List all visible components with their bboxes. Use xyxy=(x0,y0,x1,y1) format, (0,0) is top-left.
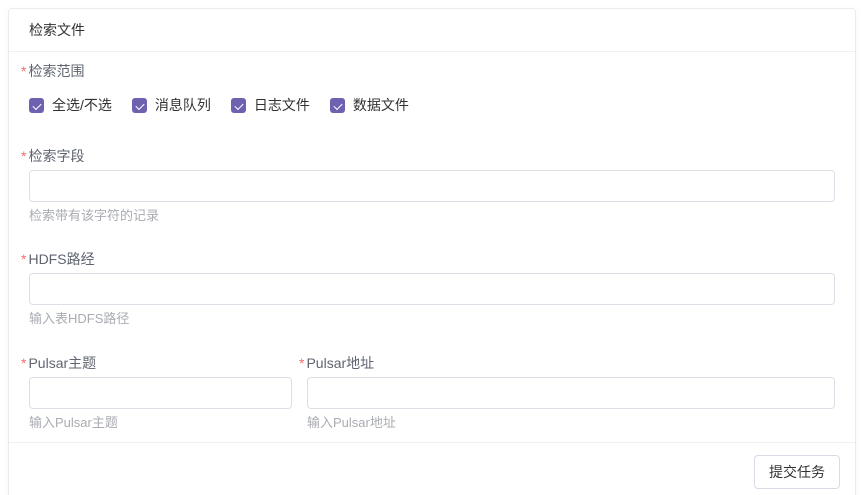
checkbox-label: 日志文件 xyxy=(254,96,310,115)
search-field-label-text: 检索字段 xyxy=(28,147,84,166)
search-field-label: * 检索字段 xyxy=(21,147,835,166)
pulsar-topic-label: * Pulsar主题 xyxy=(21,354,292,373)
required-asterisk: * xyxy=(21,250,26,269)
checkbox-log-file[interactable]: 日志文件 xyxy=(231,96,310,115)
form-item-hdfs-path: * HDFS路经 输入表HDFS路径 xyxy=(29,250,835,328)
form-item-scope: * 检索范围 全选/不选 消息队列 日志文件 数据文件 xyxy=(29,62,835,115)
hdfs-path-label: * HDFS路经 xyxy=(21,250,835,269)
required-asterisk: * xyxy=(21,354,26,373)
form-item-pulsar-address: * Pulsar地址 输入Pulsar地址 xyxy=(307,354,835,432)
required-asterisk: * xyxy=(21,147,26,166)
checkbox-label: 全选/不选 xyxy=(52,96,112,115)
search-field-input[interactable] xyxy=(29,170,835,202)
pulsar-address-input[interactable] xyxy=(307,377,835,409)
scope-label-text: 检索范围 xyxy=(28,62,84,81)
form: * 检索范围 全选/不选 消息队列 日志文件 数据文件 xyxy=(9,52,855,432)
pulsar-topic-help: 输入Pulsar主题 xyxy=(29,414,292,432)
checkbox-label: 数据文件 xyxy=(353,96,409,115)
checkbox-select-all[interactable]: 全选/不选 xyxy=(29,96,112,115)
pulsar-address-label-text: Pulsar地址 xyxy=(306,354,374,373)
checkbox-icon[interactable] xyxy=(330,98,345,113)
pulsar-address-label: * Pulsar地址 xyxy=(299,354,835,373)
submit-task-button[interactable]: 提交任务 xyxy=(754,455,840,489)
checkbox-icon[interactable] xyxy=(231,98,246,113)
form-item-search-field: * 检索字段 检索带有该字符的记录 xyxy=(29,147,835,225)
retrieve-files-card: 检索文件 * 检索范围 全选/不选 消息队列 日志文件 xyxy=(8,8,856,495)
card-title: 检索文件 xyxy=(9,9,855,52)
pulsar-topic-label-text: Pulsar主题 xyxy=(28,354,96,373)
card-footer: 提交任务 xyxy=(9,442,855,495)
required-asterisk: * xyxy=(21,62,26,81)
pulsar-row: * Pulsar主题 输入Pulsar主题 * Pulsar地址 输入Pulsa… xyxy=(29,354,835,432)
hdfs-path-help: 输入表HDFS路径 xyxy=(29,310,835,328)
pulsar-address-help: 输入Pulsar地址 xyxy=(307,414,835,432)
form-item-pulsar-topic: * Pulsar主题 输入Pulsar主题 xyxy=(29,354,292,432)
hdfs-path-input[interactable] xyxy=(29,273,835,305)
pulsar-topic-input[interactable] xyxy=(29,377,292,409)
search-field-help: 检索带有该字符的记录 xyxy=(29,207,835,225)
hdfs-path-label-text: HDFS路经 xyxy=(28,250,94,269)
checkbox-icon[interactable] xyxy=(132,98,147,113)
checkbox-label: 消息队列 xyxy=(155,96,211,115)
checkbox-icon[interactable] xyxy=(29,98,44,113)
checkbox-data-file[interactable]: 数据文件 xyxy=(330,96,409,115)
checkbox-message-queue[interactable]: 消息队列 xyxy=(132,96,211,115)
required-asterisk: * xyxy=(299,354,304,373)
scope-label: * 检索范围 xyxy=(21,62,835,81)
scope-checkbox-group: 全选/不选 消息队列 日志文件 数据文件 xyxy=(29,96,835,115)
